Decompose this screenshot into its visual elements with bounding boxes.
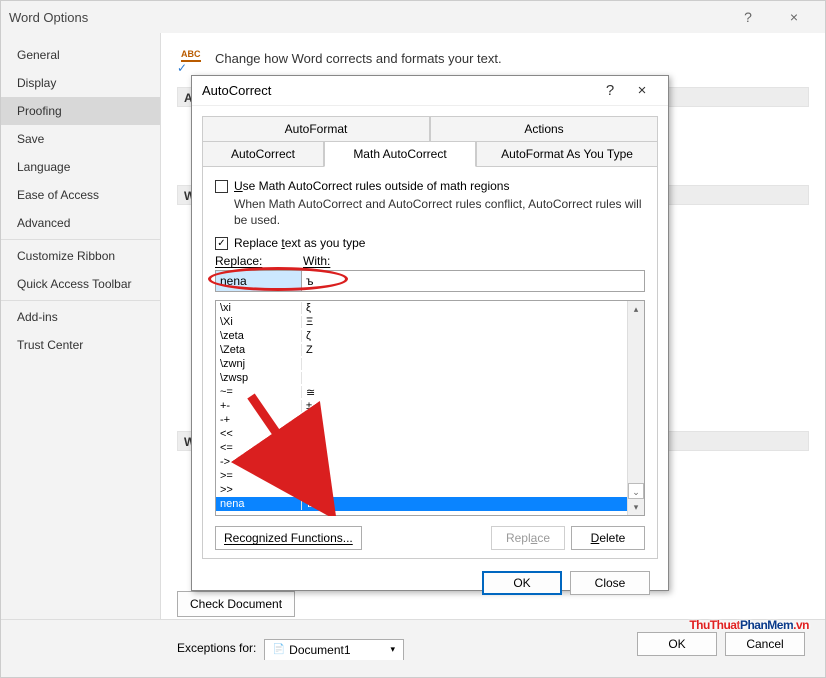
dialog-ok-button[interactable]: OK (482, 571, 562, 595)
divider (1, 239, 160, 240)
list-row[interactable]: \zwsp (216, 371, 627, 385)
dialog-titlebar: AutoCorrect ? × (192, 76, 668, 106)
sidebar-item-quick-access-toolbar[interactable]: Quick Access Toolbar (1, 270, 160, 298)
tab-row-top: AutoFormat Actions (202, 116, 658, 141)
dialog-close-button[interactable]: × (626, 82, 658, 99)
list-row[interactable]: >>≫ (216, 483, 627, 497)
scroll-up-button[interactable]: ▴ (628, 301, 644, 317)
list-row[interactable]: <=≤ (216, 441, 627, 455)
replace-checkbox[interactable] (215, 237, 228, 250)
use-outside-checkbox[interactable] (215, 180, 228, 193)
exceptions-combo[interactable]: 📄 Document1 ▾ (264, 639, 404, 660)
list-row[interactable]: >=≥ (216, 469, 627, 483)
conflict-hint: When Math AutoCorrect and AutoCorrect ru… (234, 195, 645, 234)
sidebar-item-general[interactable]: General (1, 41, 160, 69)
list-row[interactable]: \XiΞ (216, 315, 627, 329)
list-row[interactable]: \zetaζ (216, 329, 627, 343)
list-row[interactable]: ~=≅ (216, 385, 627, 399)
titlebar: Word Options ? × (1, 1, 825, 33)
tab-autoformat-as-you-type[interactable]: AutoFormat As You Type (476, 141, 658, 167)
dropdown-chevron-button[interactable]: ⌄ (628, 483, 644, 499)
list-body[interactable]: \xiξ\XiΞ\zetaζ\ZetaΖ\zwnj\zwsp~=≅+-±-+∓<… (216, 301, 627, 515)
tab-actions[interactable]: Actions (430, 116, 658, 141)
dialog-close-btn[interactable]: Close (570, 571, 650, 595)
replace-column-label: Replace: (215, 254, 303, 268)
chevron-down-icon: ▾ (391, 644, 396, 655)
list-row[interactable]: \xiξ (216, 301, 627, 315)
autocorrect-dialog: AutoCorrect ? × AutoFormat Actions AutoC… (191, 75, 669, 591)
sidebar-item-advanced[interactable]: Advanced (1, 209, 160, 237)
page-heading: Change how Word corrects and formats you… (215, 49, 502, 66)
sidebar-item-trust-center[interactable]: Trust Center (1, 331, 160, 359)
sidebar-item-proofing[interactable]: Proofing (1, 97, 160, 125)
scroll-down-button[interactable]: ▾ (628, 499, 644, 515)
tab-autoformat[interactable]: AutoFormat (202, 116, 430, 141)
help-button[interactable]: ? (725, 7, 771, 27)
delete-button[interactable]: Delete (571, 526, 645, 550)
replace-input[interactable] (216, 271, 302, 291)
list-buttons-row: Recognized Functions... Replace Delete (215, 526, 645, 550)
list-row[interactable]: \zwnj (216, 357, 627, 371)
sidebar-item-customize-ribbon[interactable]: Customize Ribbon (1, 242, 160, 270)
list-row[interactable]: ->→ (216, 455, 627, 469)
with-column-label: With: (303, 254, 330, 268)
replace-row: Replace text as you type (215, 236, 645, 250)
list-row[interactable]: nenaъ (216, 497, 627, 511)
exceptions-label: Exceptions for: (177, 641, 256, 655)
proofing-icon: ABC ✓ (177, 49, 207, 75)
list-row[interactable]: <<≪ (216, 427, 627, 441)
dialog-footer: OK Close (192, 559, 668, 607)
tab-math-autocorrect[interactable]: Math AutoCorrect (324, 141, 476, 167)
replace-button[interactable]: Replace (491, 526, 565, 550)
close-button[interactable]: × (771, 7, 817, 27)
word-options-window: Word Options ? × General Display Proofin… (0, 0, 826, 678)
list-row[interactable]: -+∓ (216, 413, 627, 427)
window-title: Word Options (9, 10, 725, 25)
with-input[interactable] (302, 271, 644, 291)
column-labels: Replace: With: (215, 254, 645, 268)
sidebar-item-add-ins[interactable]: Add-ins (1, 303, 160, 331)
inputs-row (215, 270, 645, 292)
document-icon: 📄 (273, 644, 285, 655)
heading-row: ABC ✓ Change how Word corrects and forma… (177, 49, 809, 75)
exceptions-value: Document1 (289, 643, 350, 657)
tab-row-bottom: AutoCorrect Math AutoCorrect AutoFormat … (202, 141, 658, 167)
scrollbar[interactable]: ▴ ⌄ ▾ (627, 301, 644, 515)
window-controls: ? × (725, 7, 817, 27)
dialog-content: Use Math AutoCorrect rules outside of ma… (202, 167, 658, 559)
sidebar-item-save[interactable]: Save (1, 125, 160, 153)
list-row[interactable]: \ZetaΖ (216, 343, 627, 357)
tab-autocorrect[interactable]: AutoCorrect (202, 141, 324, 167)
replacement-list: \xiξ\XiΞ\zetaζ\ZetaΖ\zwnj\zwsp~=≅+-±-+∓<… (215, 300, 645, 516)
replace-label: Replace text as you type (234, 236, 365, 250)
divider (1, 300, 160, 301)
sidebar-item-ease-of-access[interactable]: Ease of Access (1, 181, 160, 209)
use-outside-label: Use Math AutoCorrect rules outside of ma… (234, 179, 509, 193)
list-row[interactable]: +-± (216, 399, 627, 413)
sidebar-item-language[interactable]: Language (1, 153, 160, 181)
sidebar: General Display Proofing Save Language E… (1, 33, 161, 619)
sidebar-item-display[interactable]: Display (1, 69, 160, 97)
dialog-title: AutoCorrect (202, 83, 594, 98)
recognized-functions-button[interactable]: Recognized Functions... (215, 526, 362, 550)
dialog-help-button[interactable]: ? (594, 82, 626, 99)
use-outside-row: Use Math AutoCorrect rules outside of ma… (215, 179, 645, 193)
